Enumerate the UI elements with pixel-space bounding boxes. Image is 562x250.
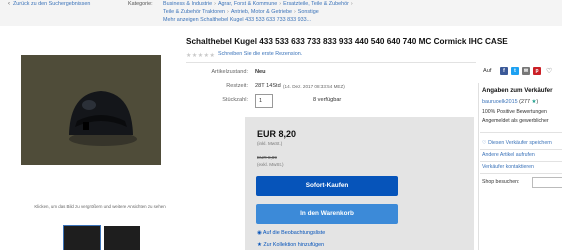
breadcrumb: Business & Industrie › Agrar, Forst & Komm…	[163, 1, 355, 24]
divider	[480, 161, 562, 162]
crumb-link[interactable]: Teile & Zubehör Traktoren	[163, 9, 225, 15]
add-to-cart-button[interactable]: In den Warenkorb	[256, 204, 398, 224]
remaining-value: 28T 14Std	[255, 83, 281, 89]
shop-search-label: Shop besuchen:	[482, 179, 520, 185]
watchlist-label: Auf die Beobachtungsliste	[262, 230, 326, 236]
remaining-date: (14. Dez. 2017 08:33:54 MEZ)	[283, 84, 345, 89]
other-items-link[interactable]: Andere Artikel aufrufen	[482, 152, 535, 158]
main-product-image[interactable]	[21, 55, 161, 165]
item-title: Schalthebel Kugel 433 533 633 733 833 93…	[186, 37, 508, 46]
buy-now-button[interactable]: Sofort-Kaufen	[256, 176, 398, 196]
feedback-close-paren: )	[536, 99, 539, 105]
crumb-link[interactable]: Agrar, Forst & Kommune	[218, 1, 277, 7]
crumb-link[interactable]: Business & Industrie	[163, 1, 212, 7]
divider	[186, 62, 476, 63]
registered-as: Angemeldet als gewerblicher	[482, 118, 549, 124]
original-price-note: (exkl. MwSt.)	[257, 162, 284, 167]
original-price: EUR 8,89	[257, 155, 277, 160]
crumb-link[interactable]: Ersatzteile, Teile & Zubehör	[283, 1, 349, 7]
pinterest-icon[interactable]: p	[533, 67, 541, 75]
back-to-results-link[interactable]: ‹ Zurück zu den Suchergebnissen	[8, 1, 90, 7]
positive-feedback: 100% Positive Bewertungen	[482, 109, 547, 115]
chevron-right-icon: ›	[227, 8, 229, 15]
seller-name-link[interactable]: bauruoelk2015 (277 ★)	[482, 99, 538, 105]
condition-label: Artikelzustand:	[211, 69, 248, 75]
shop-search-input[interactable]	[532, 177, 562, 188]
chevron-left-icon: ‹	[8, 1, 10, 7]
contact-seller-link[interactable]: Verkäufer kontaktieren	[482, 164, 534, 170]
heart-icon[interactable]: ♡	[546, 67, 552, 75]
collection-label: Zur Kollektion hinzufügen	[263, 242, 325, 248]
divider	[480, 132, 562, 133]
watchlist-link[interactable]: ◉ Auf die Beobachtungsliste	[257, 230, 325, 236]
condition-value: Neu	[255, 69, 266, 75]
price-vat-note: (inkl. MwSt.)	[257, 141, 283, 146]
save-seller-link[interactable]: ♡ Diesen Verkäufer speichern	[482, 140, 552, 146]
show-more-link[interactable]: Mehr anzeigen Schalthebel Kugel 433 533 …	[163, 17, 311, 23]
share-label: Auf	[483, 68, 492, 74]
availability-text: 8 verfügbar	[313, 97, 342, 103]
chevron-right-icon: ›	[279, 1, 282, 7]
chevron-right-icon: ›	[214, 1, 216, 7]
back-label: Zurück zu den Suchergebnissen	[13, 1, 91, 7]
seller-panel-title: Angaben zum Verkäufer	[482, 87, 553, 94]
seller-name: bauruoelk2015	[482, 99, 518, 105]
thumbnail[interactable]	[104, 226, 140, 250]
shift-knob-photo	[21, 55, 161, 165]
email-icon[interactable]: ✉	[522, 67, 530, 75]
facebook-icon[interactable]: f	[500, 67, 508, 75]
save-seller-label: Diesen Verkäufer speichern	[488, 140, 552, 146]
category-label: Kategorie:	[128, 1, 153, 7]
rating-stars-icon: ★★★★★	[186, 53, 216, 59]
crumb-link[interactable]: Sonstige	[298, 9, 319, 15]
divider	[480, 149, 562, 150]
quantity-input[interactable]: 1	[255, 94, 273, 108]
add-to-collection-link[interactable]: ★ Zur Kollektion hinzufügen	[257, 242, 324, 248]
thumbnail[interactable]	[63, 225, 101, 250]
quantity-label: Stückzahl:	[222, 97, 248, 103]
crumb-link[interactable]: Antrieb, Motor & Getriebe	[231, 9, 292, 15]
remaining-label: Restzeit:	[226, 83, 248, 89]
price: EUR 8,20	[257, 129, 297, 139]
write-review-link[interactable]: Schreiben Sie die erste Rezension.	[218, 51, 302, 57]
image-caption: Klicken, um das Bild zu vergrößern und w…	[34, 204, 166, 209]
chevron-right-icon: ›	[350, 1, 353, 7]
divider	[480, 173, 562, 174]
twitter-icon[interactable]: t	[511, 67, 519, 75]
chevron-right-icon: ›	[293, 8, 296, 15]
feedback-score: (277	[519, 99, 530, 105]
